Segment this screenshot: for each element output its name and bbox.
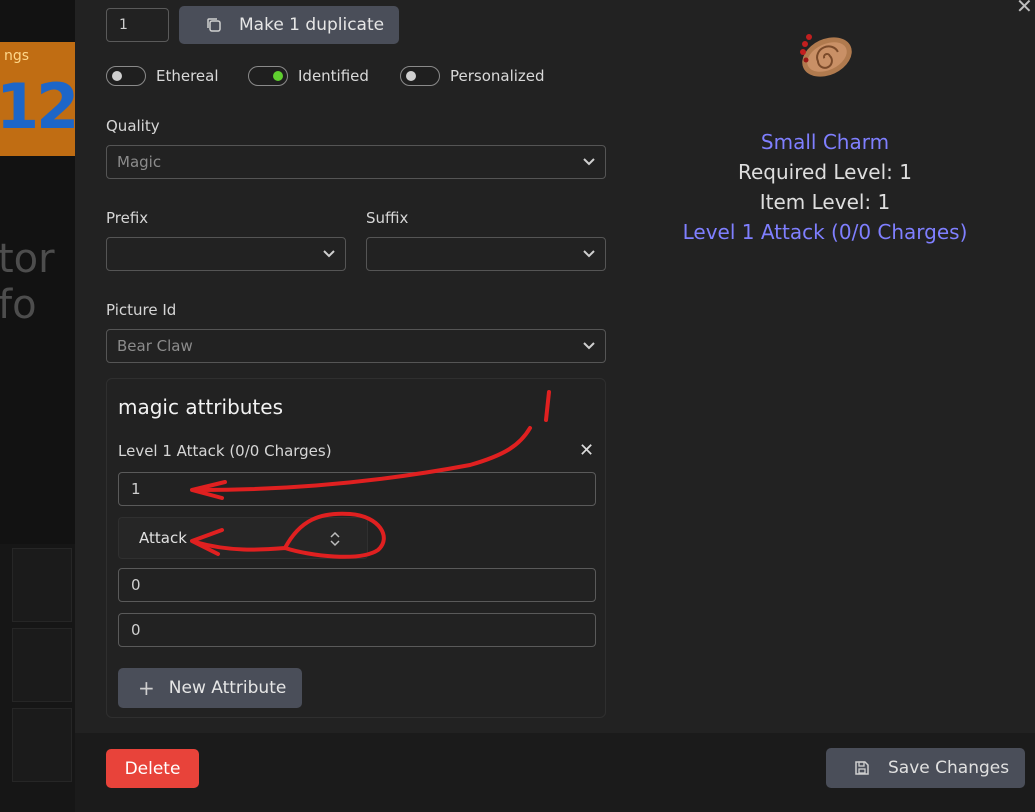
chevron-updown-icon [329, 530, 341, 552]
picture-id-select[interactable]: Bear Claw [106, 329, 606, 363]
background-cell [12, 548, 72, 622]
personalized-switch[interactable] [400, 66, 440, 86]
new-attribute-button[interactable]: + New Attribute [118, 668, 302, 708]
item-editor-modal: ✕ 1 Make 1 duplicate Ethereal Identified… [75, 0, 1035, 812]
new-attribute-label: New Attribute [168, 678, 287, 698]
attribute-max-charges-input[interactable]: 0 [118, 613, 596, 647]
preview-required-level: Required Level: 1 [738, 160, 912, 184]
toggle-identified-label: Identified [298, 67, 369, 85]
suffix-select[interactable] [366, 237, 606, 271]
plus-icon: + [138, 676, 155, 700]
preview-item-name: Small Charm [760, 130, 890, 154]
attribute-charges-input[interactable]: 0 [118, 568, 596, 602]
toggle-ethereal[interactable]: Ethereal [106, 66, 219, 86]
quality-select[interactable]: Magic [106, 145, 606, 179]
attribute-name: Level 1 Attack (0/0 Charges) [118, 442, 332, 460]
ethereal-switch[interactable] [106, 66, 146, 86]
prefix-label: Prefix [106, 209, 149, 227]
chevron-down-icon [583, 342, 595, 350]
toggle-identified[interactable]: Identified [248, 66, 369, 86]
magic-attributes-panel: magic attributes Level 1 Attack (0/0 Cha… [106, 378, 606, 718]
make-duplicate-label: Make 1 duplicate [239, 15, 385, 35]
chevron-down-icon [583, 158, 595, 166]
picture-id-label: Picture Id [106, 301, 177, 319]
banner-number: 12 [0, 70, 75, 143]
make-duplicate-button[interactable]: Make 1 duplicate [179, 6, 399, 44]
chevron-down-icon [323, 250, 335, 258]
preview-property: Level 1 Attack (0/0 Charges) [682, 220, 968, 244]
background-partial-heading: tor fo [0, 236, 55, 328]
attribute-level-input[interactable]: 1 [118, 472, 596, 506]
preview-item-level: Item Level: 1 [759, 190, 891, 214]
small-charm-icon [797, 30, 857, 88]
chevron-down-icon [583, 250, 595, 258]
prefix-select[interactable] [106, 237, 346, 271]
save-icon [854, 760, 870, 776]
panel-title: magic attributes [118, 395, 283, 419]
remove-attribute-icon[interactable]: ✕ [579, 440, 594, 461]
background-page: ngs 12 tor fo [0, 0, 75, 812]
background-banner: ngs 12 [0, 42, 75, 156]
toggle-ethereal-label: Ethereal [156, 67, 219, 85]
attribute-skill-select[interactable]: Attack [118, 517, 368, 559]
save-changes-label: Save Changes [888, 758, 1010, 778]
attribute-skill-value: Attack [139, 529, 187, 547]
save-changes-button[interactable]: Save Changes [826, 748, 1025, 788]
delete-button[interactable]: Delete [106, 749, 199, 788]
toggle-personalized[interactable]: Personalized [400, 66, 545, 86]
toggle-personalized-label: Personalized [450, 67, 545, 85]
background-cell [12, 708, 72, 782]
suffix-label: Suffix [366, 209, 409, 227]
copy-icon [205, 16, 223, 34]
background-grid [0, 544, 75, 812]
banner-small-text: ngs [4, 48, 30, 64]
background-cell [12, 628, 72, 702]
duplicate-count-input[interactable]: 1 [106, 8, 169, 42]
picture-id-value: Bear Claw [117, 337, 193, 355]
quality-label: Quality [106, 117, 160, 135]
close-icon[interactable]: ✕ [1016, 0, 1033, 18]
identified-switch[interactable] [248, 66, 288, 86]
quality-value: Magic [117, 153, 162, 171]
